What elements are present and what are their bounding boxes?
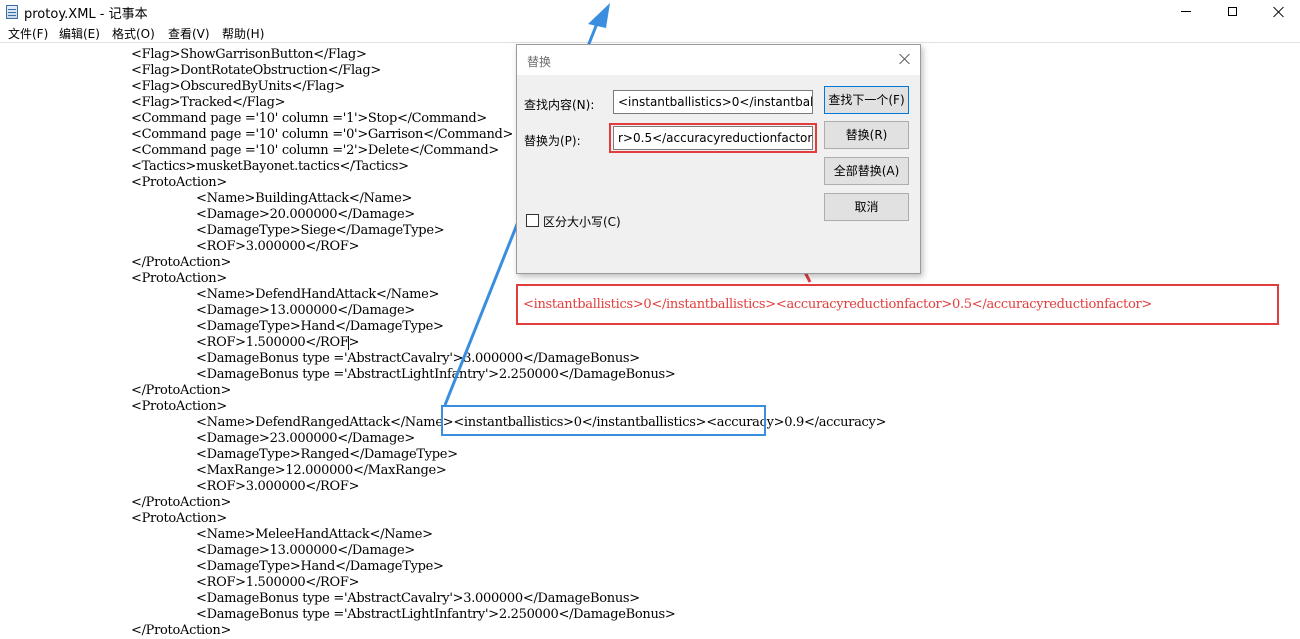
text-caret: [348, 336, 349, 350]
code-line: <Damage>20.000000</Damage>: [196, 207, 415, 222]
find-label: 查找内容(N):: [524, 98, 595, 112]
code-line: <Tactics>musketBayonet.tactics</Tactics>: [131, 159, 409, 174]
code-line: <ProtoAction>: [131, 271, 227, 286]
replace-dialog: 替换 查找内容(N): <instantballistics>0</instan…: [516, 44, 921, 274]
code-line: </ProtoAction>: [131, 383, 232, 398]
code-line: <Command page ='10' column ='1'>Stop</Co…: [131, 111, 488, 126]
code-line: </ProtoAction>: [131, 623, 232, 638]
code-line: <Flag>ObscuredByUnits</Flag>: [131, 79, 345, 94]
menu-edit[interactable]: 编辑(E): [59, 25, 100, 42]
menu-help[interactable]: 帮助(H): [222, 25, 264, 42]
code-line: <DamageType>Hand</DamageType>: [196, 319, 444, 334]
minimize-button[interactable]: [1164, 0, 1210, 24]
menu-file[interactable]: 文件(F): [8, 25, 48, 42]
code-line: <Name>DefendHandAttack</Name>: [196, 287, 440, 302]
menu-bar: 文件(F) 编辑(E) 格式(O) 查看(V) 帮助(H): [0, 24, 1300, 42]
replace-button[interactable]: 替换(R): [824, 121, 909, 149]
code-line: <DamageBonus type ='AbstractLightInfantr…: [196, 607, 676, 622]
code-line: <Damage>23.000000</Damage>: [196, 431, 415, 446]
code-line: <ProtoAction>: [131, 175, 227, 190]
match-case-label: 区分大小写(C): [543, 215, 621, 229]
dialog-close-icon[interactable]: [897, 52, 913, 68]
dialog-title-bar: 替换: [517, 45, 920, 75]
code-line: <ROF>1.500000</ROF>: [196, 575, 360, 590]
menu-format[interactable]: 格式(O): [112, 25, 155, 42]
code-line: <MaxRange>12.000000</MaxRange>: [196, 463, 447, 478]
match-case-checkbox[interactable]: [526, 214, 539, 227]
code-line: <DamageType>Ranged</DamageType>: [196, 447, 458, 462]
close-window-button[interactable]: [1256, 0, 1300, 24]
code-line: <ProtoAction>: [131, 511, 227, 526]
code-line: <Flag>DontRotateObstruction</Flag>: [131, 63, 381, 78]
replacement-callout: <instantballistics>0</instantballistics>…: [516, 284, 1279, 325]
code-line: <Damage>13.000000</Damage>: [196, 543, 415, 558]
code-line: <Flag>ShowGarrisonButton</Flag>: [131, 47, 367, 62]
find-next-button[interactable]: 查找下一个(F): [824, 86, 909, 114]
replace-label: 替换为(P):: [524, 134, 581, 148]
code-line: <Name>BuildingAttack</Name>: [196, 191, 413, 206]
find-input[interactable]: <instantballistics>0</instantballistics>: [613, 90, 813, 114]
code-line: <Command page ='10' column ='2'>Delete</…: [131, 143, 500, 158]
code-line: <Command page ='10' column ='0'>Garrison…: [131, 127, 514, 142]
code-line: </ProtoAction>: [131, 255, 232, 270]
code-line: <ROF>3.000000</ROF>: [196, 479, 360, 494]
code-line: <DamageType>Hand</DamageType>: [196, 559, 444, 574]
minimize-icon: [1181, 11, 1191, 12]
code-line: <Name>MeleeHandAttack</Name>: [196, 527, 433, 542]
replace-input-highlight: [609, 123, 817, 153]
code-line: <Damage>13.000000</Damage>: [196, 303, 415, 318]
maximize-button[interactable]: [1210, 0, 1256, 24]
code-line: <DamageBonus type ='AbstractLightInfantr…: [196, 367, 676, 382]
notepad-icon: [6, 5, 18, 19]
window-title: protoy.XML - 记事本: [24, 7, 148, 22]
title-bar: protoy.XML - 记事本: [0, 0, 1300, 24]
menu-view[interactable]: 查看(V): [168, 25, 210, 42]
code-line: <DamageBonus type ='AbstractCavalry'>3.0…: [196, 351, 640, 366]
code-line: <Flag>Tracked</Flag>: [131, 95, 286, 110]
code-line: <ProtoAction>: [131, 399, 227, 414]
cancel-button[interactable]: 取消: [824, 193, 909, 221]
code-line: <ROF>3.000000</ROF>: [196, 239, 360, 254]
code-line: </ProtoAction>: [131, 495, 232, 510]
replace-all-button[interactable]: 全部替换(A): [824, 157, 909, 185]
callout-text: <instantballistics>0</instantballistics>…: [523, 297, 1152, 312]
code-line: <DamageType>Siege</DamageType>: [196, 223, 445, 238]
code-line: <DamageBonus type ='AbstractCavalry'>3.0…: [196, 591, 640, 606]
search-match-highlight: [441, 405, 766, 436]
close-icon: [1273, 6, 1285, 18]
maximize-icon: [1228, 7, 1237, 16]
code-line: <ROF>1.500000</ROF>: [196, 335, 360, 350]
dialog-title: 替换: [527, 55, 552, 69]
